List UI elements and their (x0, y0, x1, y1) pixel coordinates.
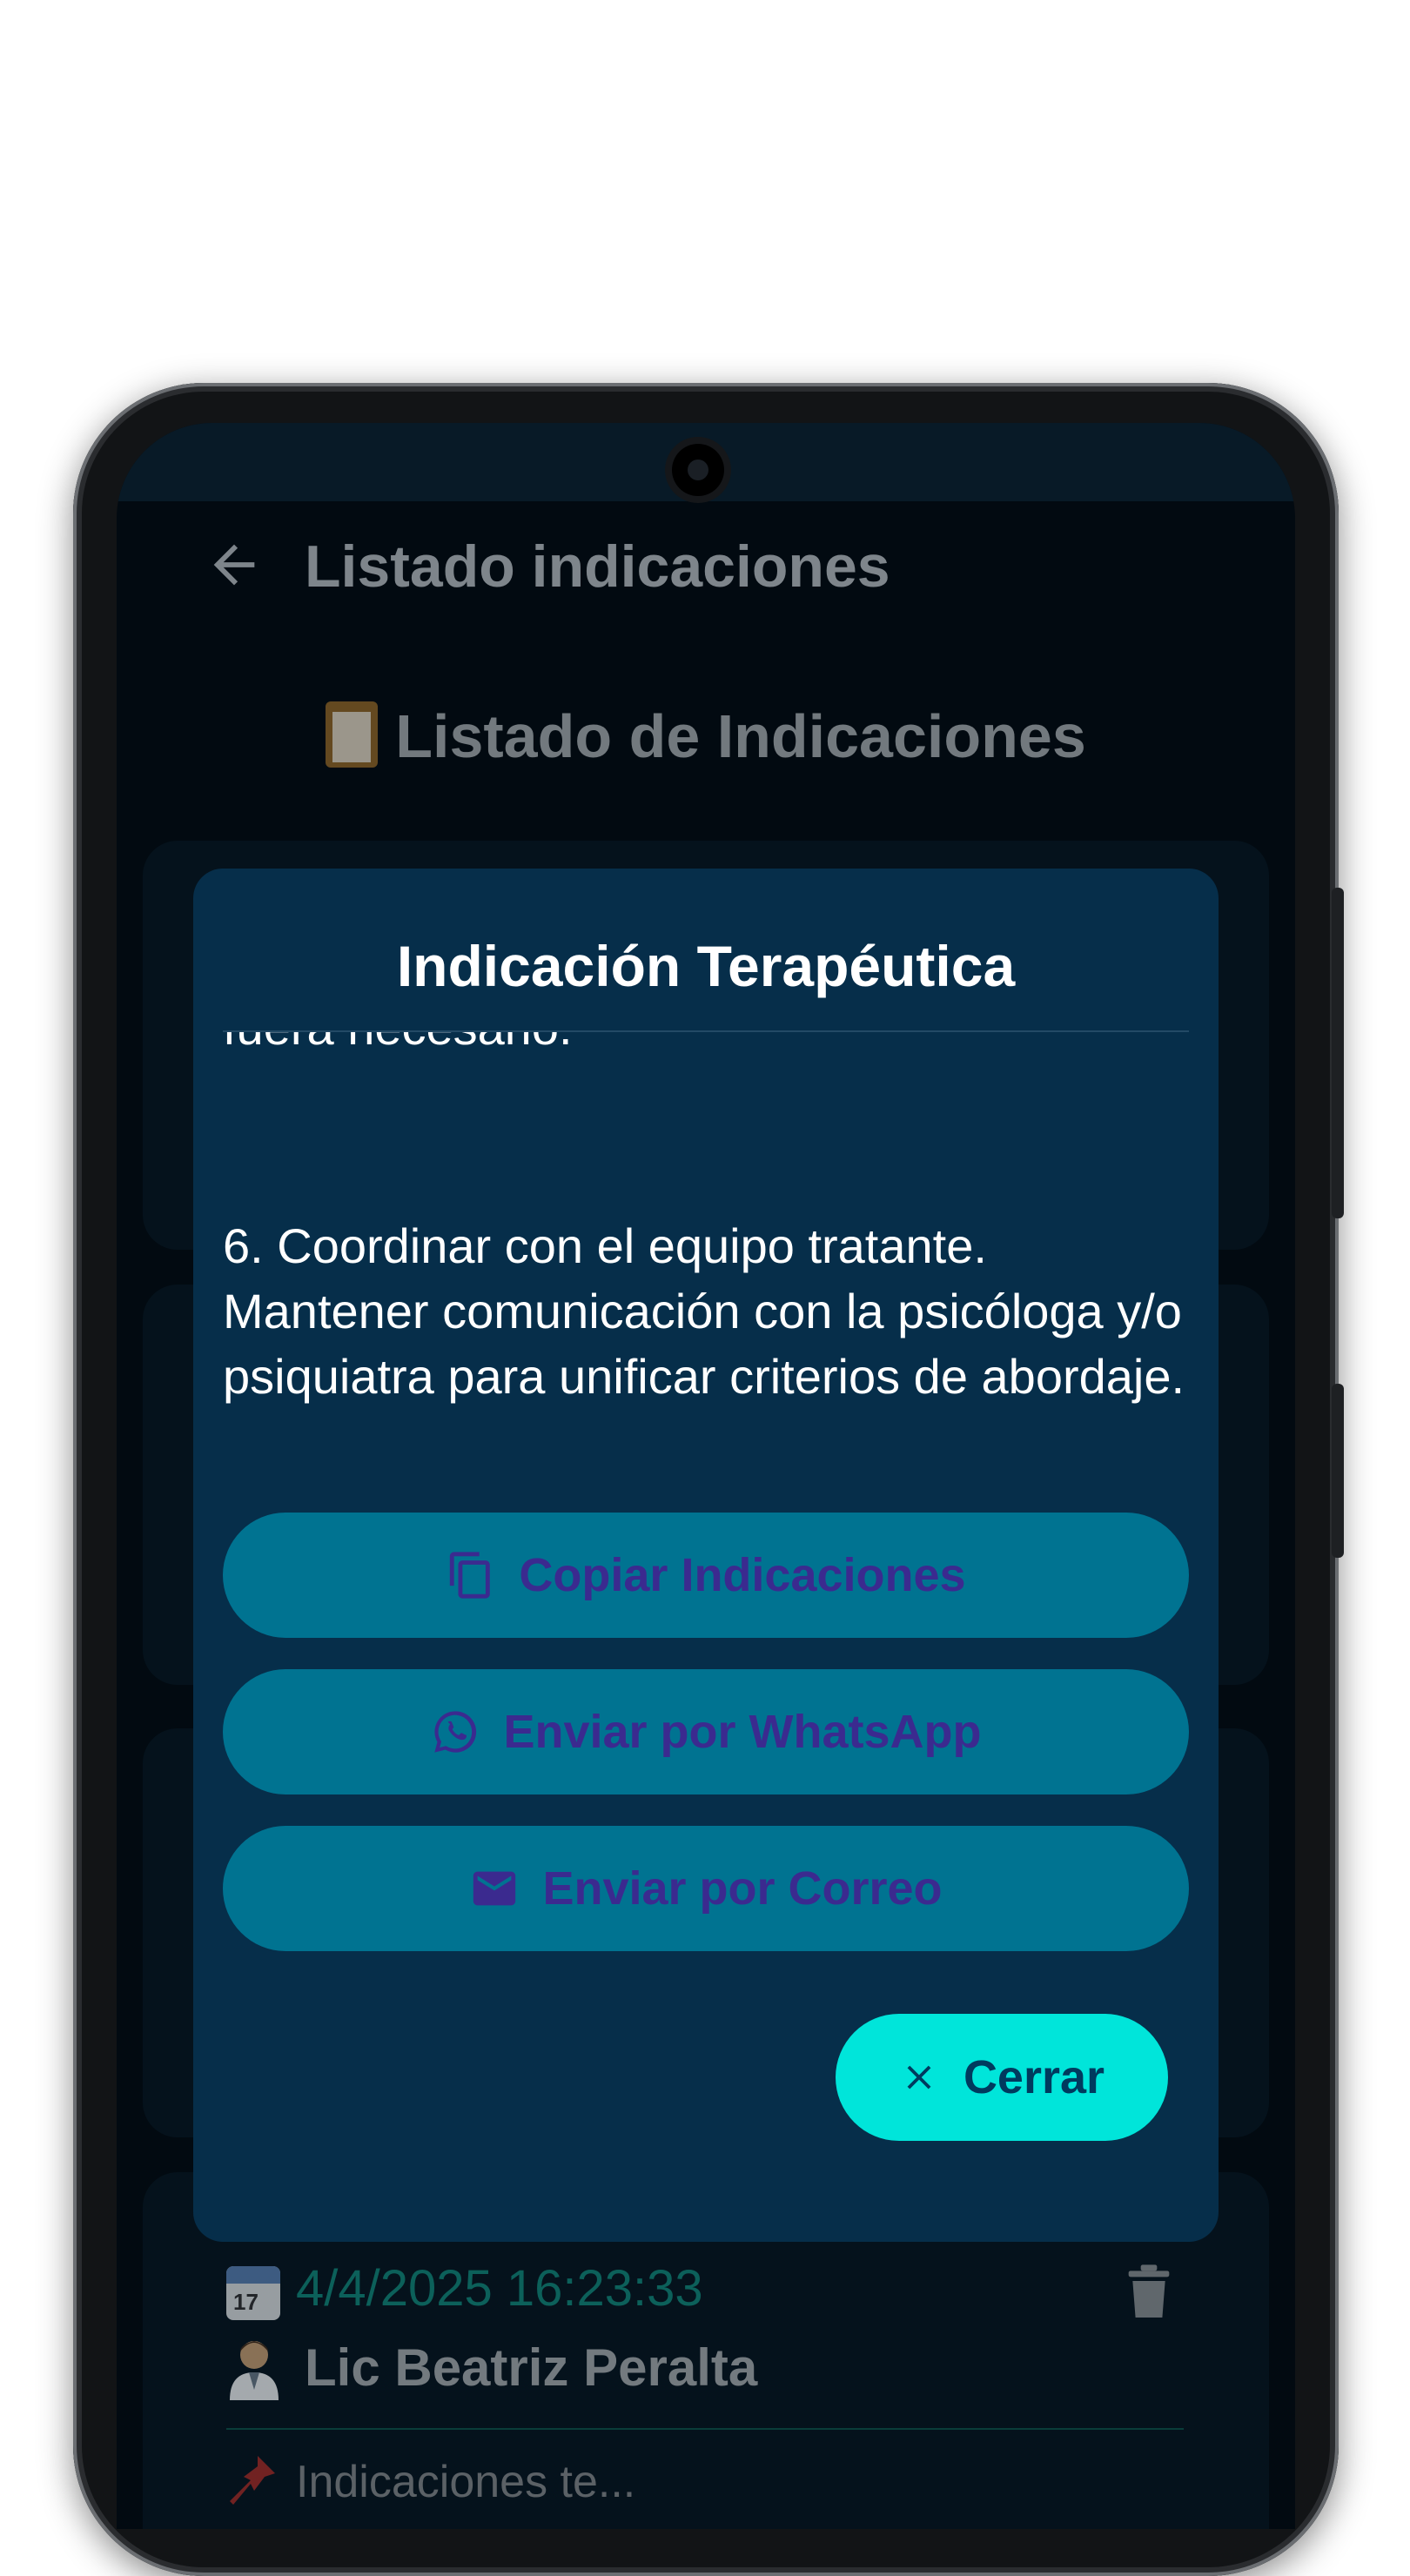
phone-side-button-lower (1332, 1384, 1344, 1558)
close-button[interactable]: Cerrar (836, 2014, 1168, 2141)
phone-side-button-upper (1332, 888, 1344, 1218)
email-button-label: Enviar por Correo (542, 1862, 943, 1915)
therapeutic-indication-dialog: Indicación Terapéutica fuera necesario. … (193, 869, 1219, 2242)
whatsapp-button-label: Enviar por WhatsApp (503, 1706, 982, 1758)
copy-button-label: Copiar Indicaciones (519, 1549, 966, 1601)
copy-indications-button[interactable]: Copiar Indicaciones (223, 1513, 1189, 1638)
dialog-title: Indicación Terapéutica (396, 934, 1016, 998)
app-screen: Listado indicaciones Listado de Indicaci… (117, 423, 1295, 2529)
indication-paragraph: 6. Coordinar con el equipo tratante. Man… (223, 1218, 1185, 1404)
truncated-line: fuera necesario. (223, 1032, 573, 1056)
dialog-scroll-content[interactable]: fuera necesario. 6. Coordinar con el equ… (223, 1032, 1189, 1502)
copy-icon (450, 1552, 491, 1599)
mail-icon (473, 1871, 516, 1906)
whatsapp-icon (434, 1711, 477, 1753)
close-button-label: Cerrar (963, 2051, 1105, 2103)
send-email-button[interactable]: Enviar por Correo (223, 1826, 1189, 1951)
send-whatsapp-button[interactable]: Enviar por WhatsApp (223, 1669, 1189, 1794)
close-icon (907, 2065, 931, 2090)
